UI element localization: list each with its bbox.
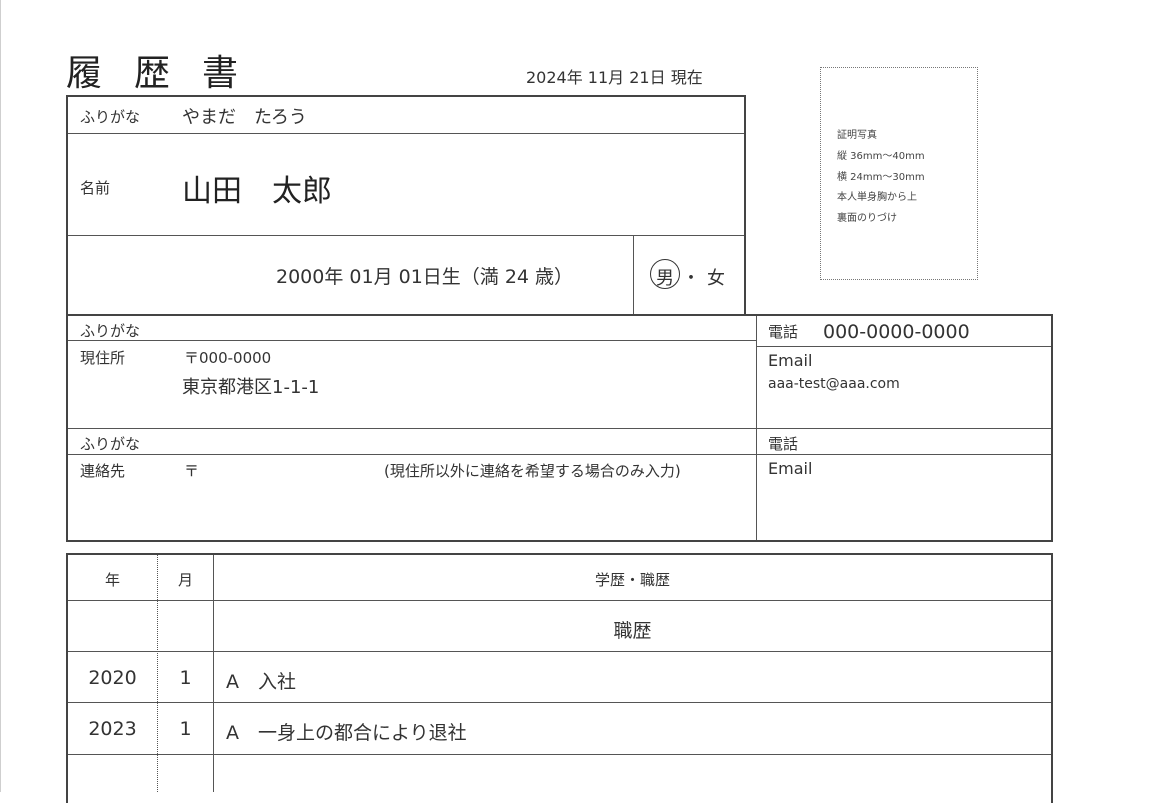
address-value: 東京都港区1-1-1 [182,377,320,398]
history-row-year: 2023 [88,718,137,740]
gender-male: 男 [656,268,674,289]
furigana-value: やまだ たろう [182,107,307,128]
col-detail-header: 学歴・職歴 [594,571,670,589]
document-title: 履歴書 [66,53,271,94]
contact-email-label: Email [768,459,813,478]
history-section-title: 職歴 [613,620,652,642]
phone-value: 000-0000-0000 [823,321,970,343]
history-row-year: 2020 [88,667,137,689]
personal-divider-1 [68,133,744,134]
col-year-header: 年 [104,571,120,589]
address-postal: 〒000-0000 [184,349,272,367]
name-value: 山田 太郎 [182,174,332,209]
address-furigana-label: ふりがな [80,322,141,340]
history-row-detail: A 入社 [226,671,296,693]
contact-furigana-divider [68,454,1051,455]
contact-phone-label: 電話 [768,435,799,453]
furigana-label: ふりがな [80,108,141,126]
history-row-month: 1 [179,667,192,689]
document-date: 2024年 11月 21日 現在 [526,68,703,87]
personal-divider-2 [68,235,744,236]
month-detail-divider [213,555,214,792]
photo-placeholder: 証明写真 縦 36mm〜40mm 横 24mm〜30mm 本人単身胸から上 裏面… [820,67,978,280]
contact-postal: 〒 [184,462,200,480]
contact-furigana-label: ふりがな [80,435,141,453]
photo-text-line: 横 24mm〜30mm [837,172,925,183]
col-month-header: 月 [177,571,193,589]
gender-separator: ・ [682,268,700,289]
photo-text-line: 証明写真 [837,130,877,141]
email-label: Email [768,351,813,370]
photo-text-line: 縦 36mm〜40mm [837,151,925,162]
birth-date: 2000年 01月 01日生（満 24 歳） [276,266,574,288]
email-value: aaa-test@aaa.com [768,376,900,392]
photo-text-line: 裏面のりづけ [837,213,897,224]
history-row-divider [68,754,1051,755]
history-header-divider [68,600,1051,601]
phone-divider [756,346,1051,347]
history-row-divider [68,702,1051,703]
history-row-detail: A 一身上の都合により退社 [226,722,467,744]
history-row-divider [68,651,1051,652]
phone-label: 電話 [768,323,799,341]
name-label: 名前 [80,179,111,197]
gender-divider [633,236,634,314]
contact-note: (現住所以外に連絡を希望する場合のみ入力) [384,462,681,480]
address-label: 現住所 [80,349,126,367]
address-furigana-divider [68,340,756,341]
address-contact-divider [68,428,1051,429]
contact-label: 連絡先 [80,462,126,480]
history-table [66,553,1053,803]
page-edge [0,0,1,792]
gender-female: 女 [707,268,725,289]
photo-text-line: 本人単身胸から上 [837,192,917,203]
history-row-month: 1 [179,718,192,740]
